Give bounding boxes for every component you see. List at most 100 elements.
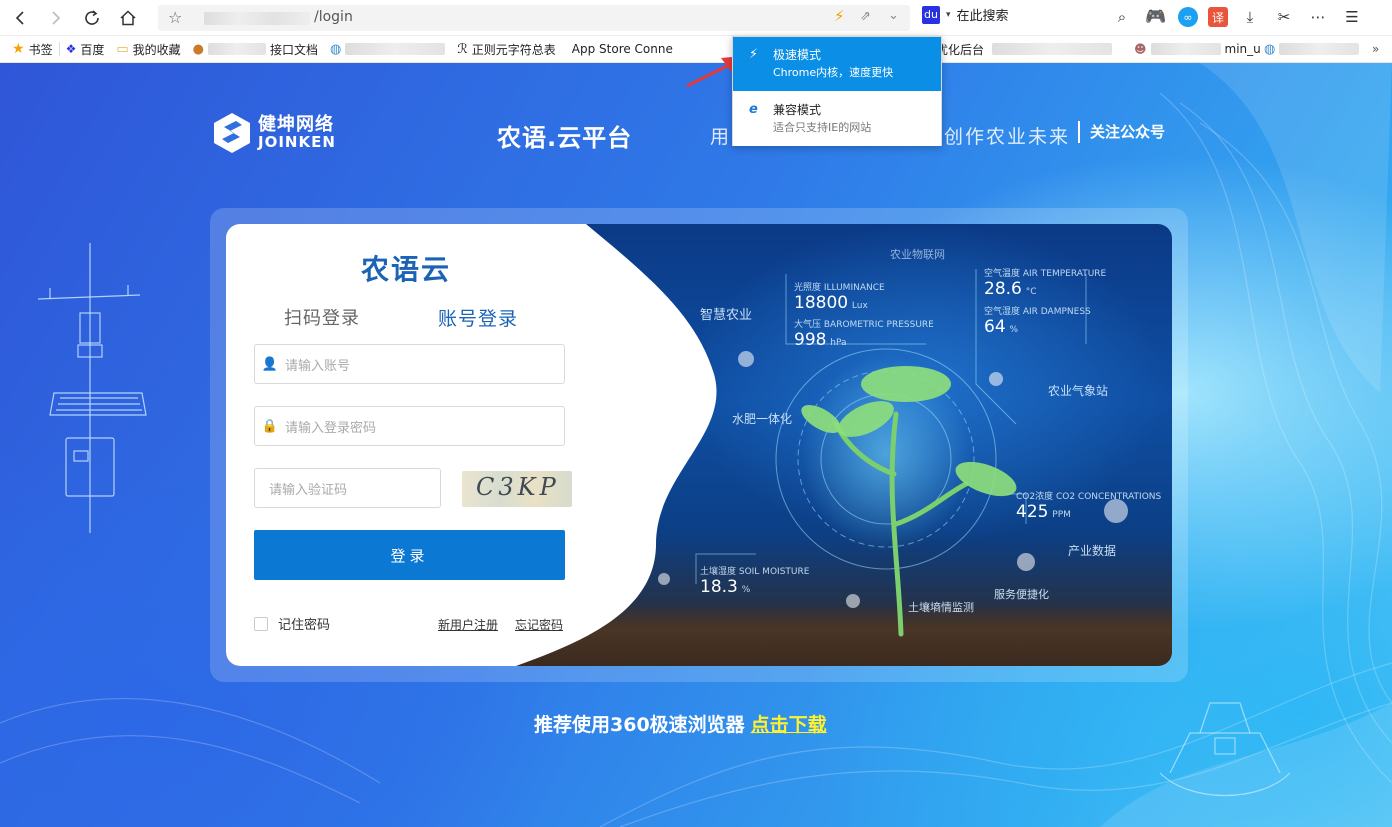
- bookmark-label: 我的收藏: [132, 42, 181, 57]
- bookmark-label: 接口文档: [270, 42, 319, 57]
- bookmark-baidu[interactable]: ❖ 百度: [60, 36, 111, 63]
- back-button[interactable]: [6, 4, 34, 32]
- compat-mode-desc: 适合只支持IE的网站: [773, 121, 872, 134]
- blurred-text: [992, 43, 1113, 55]
- remember-password[interactable]: 记住密码: [254, 614, 330, 633]
- recommend-text: 推荐使用360极速浏览器: [534, 714, 745, 736]
- remember-checkbox[interactable]: [254, 616, 268, 631]
- search-box[interactable]: du ▾ 在此搜索: [922, 5, 1009, 24]
- browser-recommendation: 推荐使用360极速浏览器 点击下载: [534, 710, 827, 737]
- browser-toolbar: ☆ /login ⚡ ⇗ ⌄ du ▾ 在此搜索 ⌕ 🎮 ∞ 译 ⤓ ✂ ⋯ ☰: [0, 0, 1392, 36]
- site-icon: ●: [192, 41, 205, 57]
- chevron-down-icon[interactable]: ⌄: [888, 8, 899, 23]
- download-icon[interactable]: ⤓: [1238, 5, 1262, 29]
- forward-button[interactable]: [42, 4, 70, 32]
- bookmark-favorites[interactable]: ▭ 我的收藏: [110, 36, 186, 63]
- fast-mode-desc: Chrome内核，速度更快: [773, 66, 894, 79]
- captcha-placeholder: 请输入验证码: [269, 482, 348, 498]
- blurred-text: [345, 43, 446, 55]
- search-icon[interactable]: ⌕: [1110, 5, 1134, 29]
- bookmark-regex[interactable]: ℛ 正则元字符总表: [451, 36, 561, 63]
- baidu-paw-icon: ❖: [65, 42, 77, 56]
- fast-mode-title: 极速模式: [773, 48, 822, 62]
- menu-item-fast-mode[interactable]: ⚡ 极速模式 Chrome内核，速度更快: [733, 37, 941, 91]
- captcha-field[interactable]: 请输入验证码: [254, 468, 441, 508]
- captcha-image[interactable]: C3KP: [462, 471, 572, 507]
- more-icon[interactable]: ⋯: [1306, 5, 1330, 29]
- toolbar-right-icons: ⌕ 🎮 ∞ 译 ⤓ ✂ ⋯ ☰: [1110, 5, 1364, 29]
- password-field[interactable]: 🔒 请输入登录密码: [254, 406, 565, 446]
- reload-icon: [85, 10, 99, 25]
- scissors-icon[interactable]: ✂: [1272, 5, 1296, 29]
- logo-cn: 健坤网络: [258, 114, 334, 135]
- folder-icon: ▭: [116, 41, 129, 57]
- address-url: /login: [314, 9, 353, 25]
- weather-station-illustration: [37, 243, 147, 533]
- tab-account-login[interactable]: 账号登录: [426, 304, 534, 331]
- globe-icon: ◍: [1264, 41, 1276, 57]
- bookmark-appstore[interactable]: App Store Conne: [562, 36, 679, 63]
- tab-account-label: 账号登录: [438, 308, 519, 330]
- lightning-icon[interactable]: ⚡: [834, 7, 845, 25]
- star-icon: ★: [12, 41, 25, 57]
- translate-icon[interactable]: 译: [1208, 7, 1228, 27]
- bookmark-label: 书签: [28, 42, 53, 57]
- share-icon[interactable]: ⇗: [860, 9, 871, 24]
- login-card: 智慧农业 农业物联网 光照度 ILLUMINANCE 18800 Lux 大气压…: [226, 224, 1172, 666]
- bookmark-min[interactable]: ☻ min_u: [1128, 36, 1267, 63]
- logo-en: JOINKEN: [258, 133, 336, 151]
- bookmark-label: 正则元字符总表: [471, 42, 556, 57]
- bookmark-blurred[interactable]: ◍: [324, 36, 451, 63]
- blurred-text: [208, 43, 267, 55]
- login-card-frame: 智慧农业 农业物联网 光照度 ILLUMINANCE 18800 Lux 大气压…: [210, 208, 1188, 682]
- game-icon[interactable]: 🎮: [1144, 5, 1168, 29]
- back-icon: [15, 11, 24, 25]
- buoy-illustration: [1159, 702, 1291, 796]
- chevron-right-icon[interactable]: »: [1372, 42, 1379, 56]
- bookmark-api-docs[interactable]: ● 接口文档: [187, 36, 324, 63]
- tab-qr-login[interactable]: 扫码登录: [284, 304, 360, 330]
- avatar-icon: ☻: [1134, 42, 1147, 56]
- forgot-password-link[interactable]: 忘记密码: [515, 616, 563, 633]
- download-link[interactable]: 点击下载: [751, 714, 827, 736]
- cloud-icon[interactable]: ∞: [1178, 7, 1198, 27]
- follow-wechat-link[interactable]: 关注公众号: [1078, 121, 1165, 143]
- bookmark-last[interactable]: ◍: [1258, 36, 1365, 63]
- page-background: 健坤网络 JOINKEN 农语.云平台 用 创作农业未来 关注公众号 智慧农业 …: [0, 63, 1392, 827]
- star-icon[interactable]: ☆: [168, 8, 182, 27]
- slogan-end: 创作农业未来: [944, 126, 1071, 148]
- search-label: 在此搜索: [956, 9, 1009, 24]
- blurred-text: [1150, 43, 1221, 55]
- bookmark-label: App Store Conne: [571, 42, 673, 56]
- reload-button[interactable]: [78, 4, 106, 32]
- address-bar[interactable]: ☆ /login ⚡ ⇗ ⌄: [158, 5, 910, 31]
- login-button[interactable]: 登录: [254, 530, 565, 580]
- user-icon: 👤: [261, 356, 279, 372]
- logo-mark-icon: [214, 113, 250, 153]
- slogan-start: 用: [710, 126, 732, 148]
- compat-mode-title: 兼容模式: [773, 103, 822, 117]
- lightning-icon: ⚡: [749, 47, 759, 62]
- browser-mode-menu: ⚡ 极速模式 Chrome内核，速度更快 e 兼容模式 适合只支持IE的网站: [732, 36, 942, 146]
- bookmark-folder[interactable]: ★ 书签: [0, 36, 59, 63]
- menu-item-compat-mode[interactable]: e 兼容模式 适合只支持IE的网站: [733, 92, 941, 146]
- bookmark-optimize[interactable]: 优化后台: [930, 36, 1118, 63]
- platform-title: 农语.云平台: [497, 124, 633, 152]
- menu-icon[interactable]: ☰: [1340, 5, 1364, 29]
- home-button[interactable]: [114, 4, 142, 32]
- bookmark-label: 优化后台: [936, 42, 985, 57]
- globe-icon: ◍: [330, 41, 342, 57]
- dropdown-caret-icon[interactable]: ▾: [946, 10, 951, 20]
- captcha-text: C3KP: [476, 473, 560, 501]
- bookmark-label: 百度: [80, 42, 105, 57]
- register-link[interactable]: 新用户注册: [438, 616, 498, 633]
- username-field[interactable]: 👤 请输入账号: [254, 344, 565, 384]
- brand-title: 农语云: [361, 253, 452, 286]
- lock-icon: 🔒: [261, 418, 279, 434]
- baidu-paw-icon[interactable]: du: [922, 5, 940, 24]
- ie-icon: e: [749, 102, 758, 117]
- forward-icon: [52, 11, 61, 25]
- home-icon: [120, 10, 136, 26]
- bookmark-label: min_u: [1224, 42, 1261, 56]
- company-logo[interactable]: 健坤网络 JOINKEN: [212, 111, 336, 155]
